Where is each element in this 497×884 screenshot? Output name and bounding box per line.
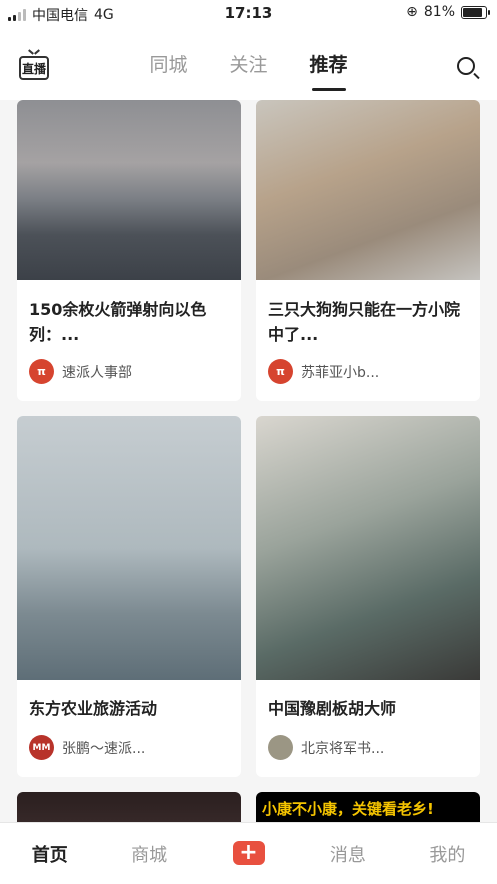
avatar: π [29, 359, 54, 384]
nav-home[interactable]: 首页 [0, 823, 99, 884]
nav-mall[interactable]: 商城 [99, 823, 198, 884]
video-thumbnail[interactable]: 小康不小康，关键看老乡! [256, 792, 480, 822]
tab-following[interactable]: 关注 [227, 50, 269, 77]
nav-create[interactable]: + [199, 823, 298, 884]
video-feed[interactable]: 150余枚火箭弹射向以色列：... π 速派人事部 三只大狗狗只能在一方小院中了… [0, 100, 497, 822]
author-row[interactable]: MM 张鹏～速派... [29, 735, 233, 760]
search-icon[interactable] [457, 57, 475, 75]
nav-mine[interactable]: 我的 [398, 823, 497, 884]
battery-percent: 81% [423, 4, 455, 20]
tab-recommended[interactable]: 推荐 [308, 50, 350, 91]
video-card[interactable]: 小康不小康，关键看老乡! [256, 792, 480, 822]
video-thumbnail[interactable] [256, 416, 480, 680]
video-card[interactable]: 东方农业旅游活动 MM 张鹏～速派... [17, 416, 241, 777]
author-name: 苏菲亚小b... [301, 364, 380, 381]
feed-tabs: 同城 关注 推荐 [0, 50, 497, 91]
status-bar: 中国电信 4G 17:13 ⊕ 81% [0, 0, 497, 26]
video-title[interactable]: 中国豫剧板胡大师 [268, 696, 468, 721]
orientation-lock-icon: ⊕ [406, 4, 418, 20]
author-row[interactable]: π 苏菲亚小b... [268, 359, 472, 384]
avatar: MM [29, 735, 54, 760]
thumbnail-caption: 小康不小康，关键看老乡! [262, 800, 434, 818]
video-card[interactable]: 中国豫剧板胡大师 北京将军书... [256, 416, 480, 777]
plus-icon[interactable]: + [232, 841, 265, 865]
top-header: 直播 同城 关注 推荐 [0, 26, 497, 100]
author-name: 张鹏～速派... [62, 740, 146, 757]
nav-messages[interactable]: 消息 [298, 823, 397, 884]
video-title[interactable]: 三只大狗狗只能在一方小院中了... [268, 297, 468, 347]
author-name: 北京将军书... [301, 740, 385, 757]
author-row[interactable]: 北京将军书... [268, 735, 472, 760]
author-name: 速派人事部 [62, 364, 132, 381]
video-card[interactable]: 三只大狗狗只能在一方小院中了... π 苏菲亚小b... [256, 100, 480, 401]
video-title[interactable]: 150余枚火箭弹射向以色列：... [29, 297, 229, 347]
avatar [268, 735, 293, 760]
video-card[interactable] [17, 792, 241, 822]
bottom-nav: 首页 商城 + 消息 我的 [0, 822, 497, 884]
tab-local[interactable]: 同城 [147, 50, 189, 77]
video-thumbnail[interactable] [17, 792, 241, 822]
video-thumbnail[interactable] [17, 100, 241, 280]
video-thumbnail[interactable] [17, 416, 241, 680]
video-card[interactable]: 150余枚火箭弹射向以色列：... π 速派人事部 [17, 100, 241, 401]
video-title[interactable]: 东方农业旅游活动 [29, 696, 229, 721]
battery-icon [461, 5, 490, 19]
avatar: π [268, 359, 293, 384]
video-thumbnail[interactable] [256, 100, 480, 280]
author-row[interactable]: π 速派人事部 [29, 359, 233, 384]
